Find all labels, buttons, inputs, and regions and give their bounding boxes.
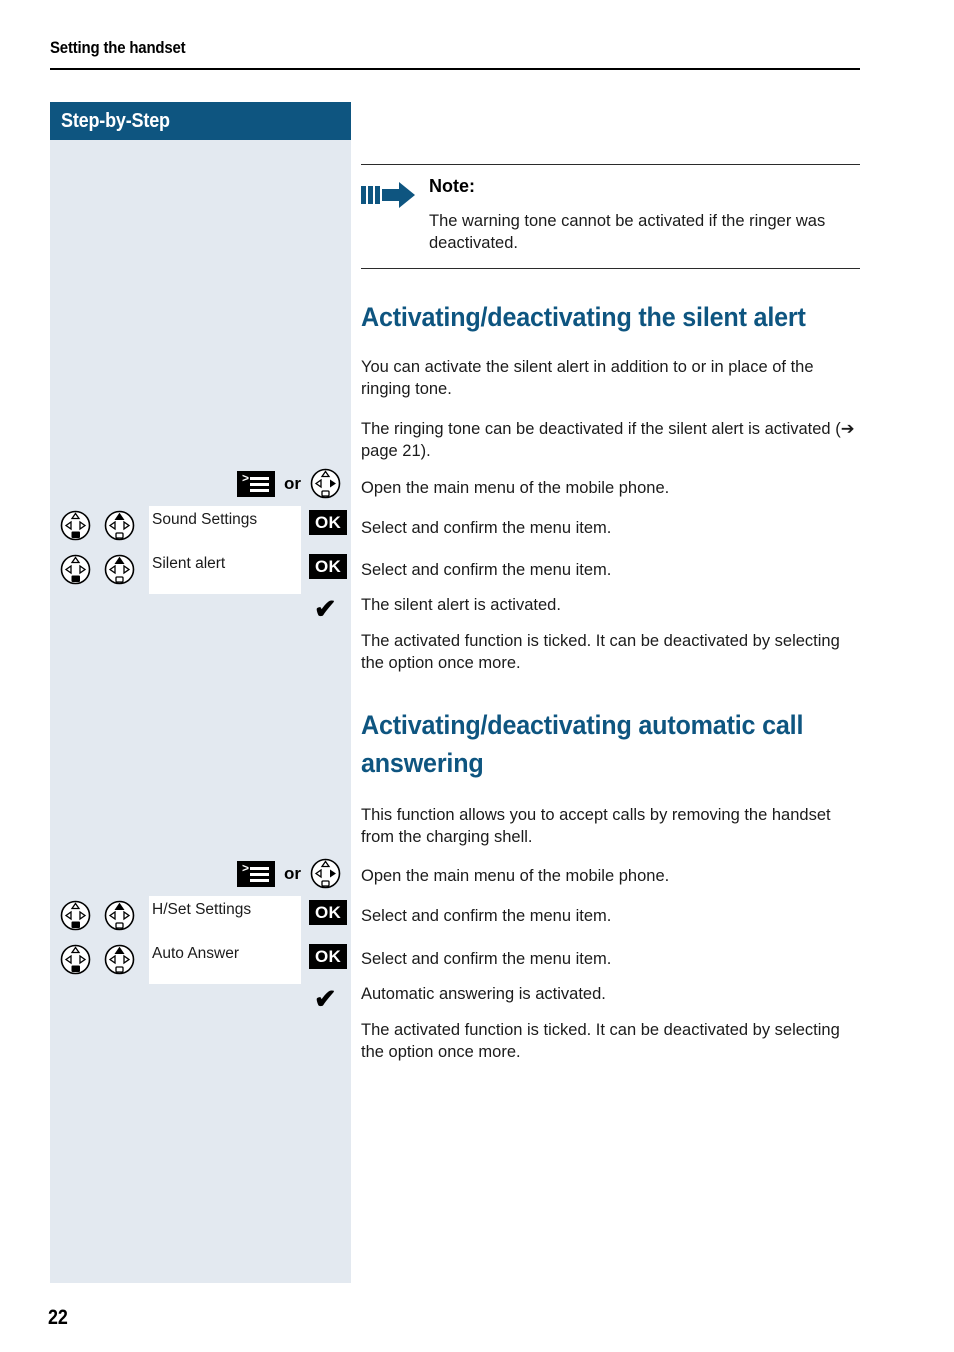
tick-icon: ✔ — [314, 594, 337, 624]
step-nav-icons — [60, 510, 135, 541]
section2-step-1: Open the main menu of the mobile phone. — [361, 867, 670, 885]
nav-key-down-icon[interactable] — [60, 554, 91, 585]
step-row: Silent alert OK — [56, 550, 351, 594]
menu-item-label: H/Set Settings — [152, 901, 252, 918]
section1-step-2: Select and confirm the menu item. — [361, 519, 612, 537]
step-row: Auto Answer OK — [56, 940, 351, 984]
step-by-step-banner-label: Step-by-Step — [61, 110, 170, 132]
nav-key-up-icon[interactable] — [104, 510, 135, 541]
step-nav-icons — [60, 900, 135, 931]
menu-item-box: H/Set Settings — [149, 896, 301, 940]
section1-paragraph-1: You can activate the silent alert in add… — [361, 358, 814, 398]
nav-key-right-icon[interactable] — [310, 468, 341, 499]
section2-paragraph-1: This function allows you to accept calls… — [361, 806, 831, 846]
step-nav-icons — [60, 944, 135, 975]
running-head: Setting the handset — [50, 38, 186, 57]
note-title: Note: — [429, 176, 475, 196]
step-nav-icons — [60, 554, 135, 585]
section-heading-silent-alert: Activating/deactivating the silent alert — [361, 302, 806, 332]
ok-button[interactable]: OK — [309, 510, 347, 535]
section1-step-3: Select and confirm the menu item. — [361, 561, 612, 579]
menu-item-label: Silent alert — [152, 555, 226, 572]
note-rule-bottom — [361, 268, 860, 269]
section1-paragraph-2: The ringing tone can be deactivated if t… — [361, 420, 855, 460]
nav-key-down-icon[interactable] — [60, 510, 91, 541]
ok-button[interactable]: OK — [309, 944, 347, 969]
section1-step-4: The silent alert is activated. — [361, 596, 561, 614]
section1-step-5: The activated function is ticked. It can… — [361, 632, 840, 672]
menu-softkey-icon[interactable]: > — [237, 470, 275, 497]
nav-key-right-icon[interactable] — [310, 858, 341, 889]
section1-step-1: Open the main menu of the mobile phone. — [361, 479, 670, 497]
step-row: Sound Settings OK — [56, 506, 351, 550]
menu-item-box: Auto Answer — [149, 940, 301, 984]
step-by-step-sidebar: Step-by-Step > or Sound Settings OK Sile… — [50, 102, 351, 1283]
menu-item-label: Sound Settings — [152, 511, 258, 528]
or-label-1: or — [284, 473, 301, 493]
menu-item-box: Sound Settings — [149, 506, 301, 550]
ok-button[interactable]: OK — [309, 554, 347, 579]
note-rule-top — [361, 164, 860, 165]
section2-step-2: Select and confirm the menu item. — [361, 907, 612, 925]
page-number: 22 — [48, 1306, 68, 1329]
section2-step-5: The activated function is ticked. It can… — [361, 1021, 840, 1061]
header-rule — [50, 68, 860, 70]
menu-item-box: Silent alert — [149, 550, 301, 594]
step-by-step-banner: Step-by-Step — [50, 102, 351, 140]
section2-step-4: Automatic answering is activated. — [361, 985, 606, 1003]
section-heading-auto-answer: Activating/deactivating automatic call a… — [361, 710, 804, 778]
note-body: The warning tone cannot be activated if … — [429, 212, 826, 252]
note-arrow-icon — [361, 182, 416, 208]
menu-open-row-1: > or — [237, 468, 341, 499]
nav-key-up-icon[interactable] — [104, 554, 135, 585]
menu-softkey-icon[interactable]: > — [237, 860, 275, 887]
menu-item-label: Auto Answer — [152, 945, 240, 962]
nav-key-up-icon[interactable] — [104, 944, 135, 975]
section2-step-3: Select and confirm the menu item. — [361, 950, 612, 968]
tick-icon: ✔ — [314, 984, 337, 1014]
nav-key-down-icon[interactable] — [60, 944, 91, 975]
step-row: H/Set Settings OK — [56, 896, 351, 940]
nav-key-up-icon[interactable] — [104, 900, 135, 931]
menu-open-row-2: > or — [237, 858, 341, 889]
nav-key-down-icon[interactable] — [60, 900, 91, 931]
ok-button[interactable]: OK — [309, 900, 347, 925]
or-label-2: or — [284, 863, 301, 883]
